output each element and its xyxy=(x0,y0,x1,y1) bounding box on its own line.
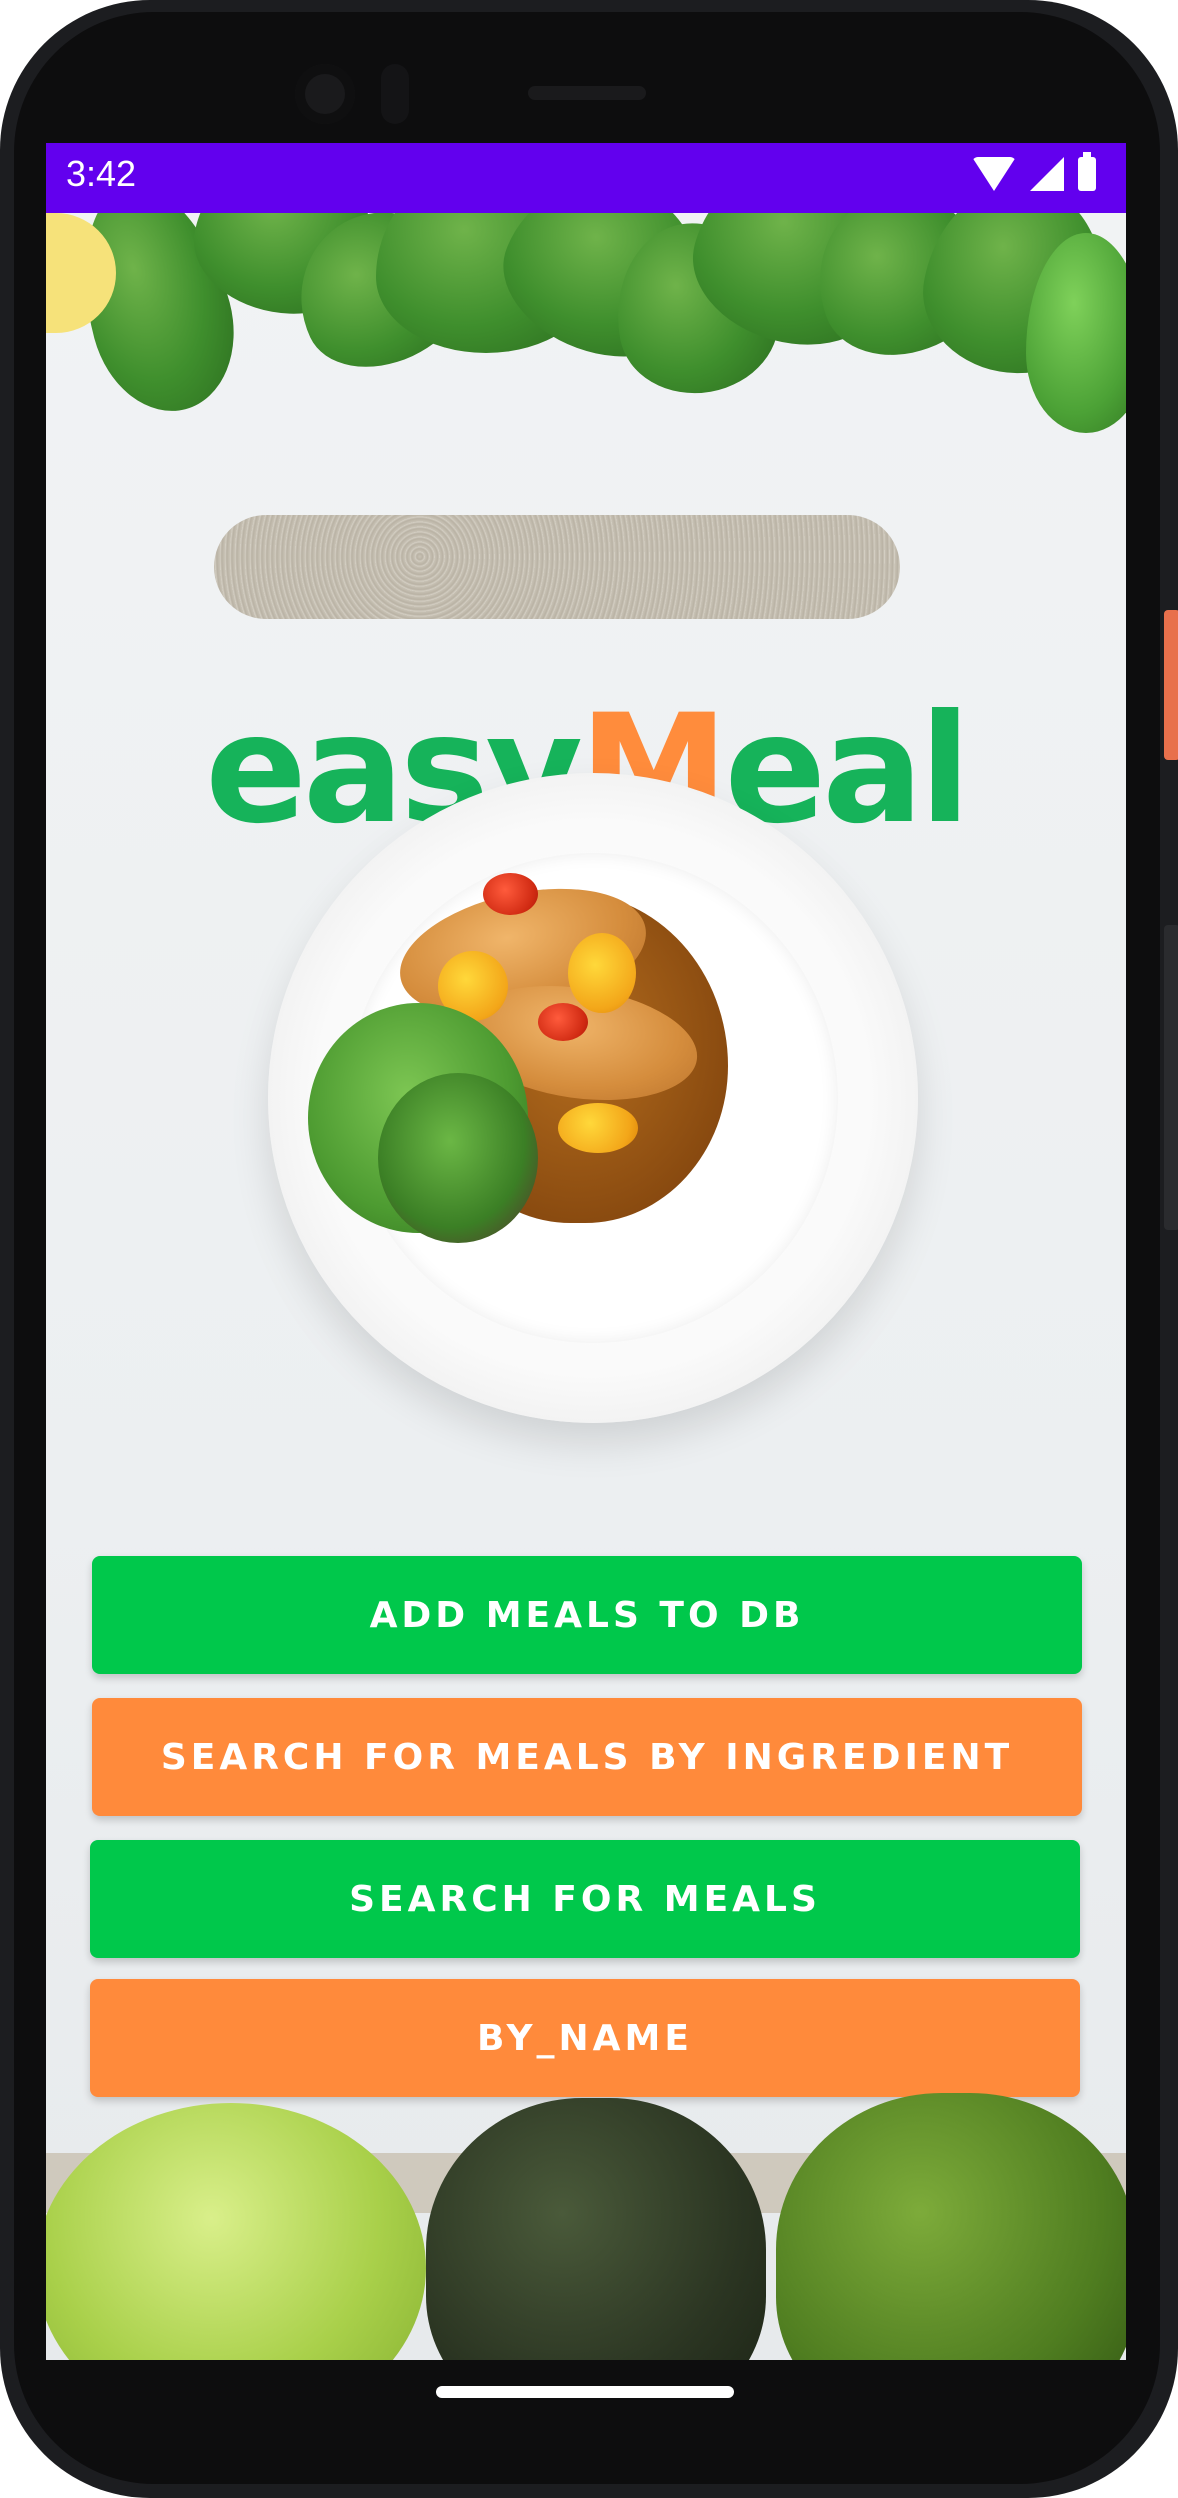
earpiece-speaker xyxy=(528,86,646,100)
yellow-tomato xyxy=(568,933,636,1013)
add-meals-to-db-button[interactable]: ADD MEALS TO DB xyxy=(92,1556,1082,1674)
home-indicator[interactable] xyxy=(436,2386,734,2398)
volume-button xyxy=(1164,925,1178,1230)
front-camera xyxy=(295,64,355,124)
yellow-tomato xyxy=(558,1103,638,1153)
status-bar: 3:42 xyxy=(46,143,1126,213)
search-by-ingredient-button[interactable]: SEARCH FOR MEALS BY INGREDIENT xyxy=(92,1698,1082,1816)
power-button xyxy=(1164,610,1178,760)
wifi-icon xyxy=(972,157,1016,191)
app-screen: 3:42 easyMeal ADD MEALS TO DB SEARCH FOR… xyxy=(46,143,1126,2360)
search-for-meals-button[interactable]: SEARCH FOR MEALS xyxy=(90,1840,1080,1958)
search-by-name-button[interactable]: BY_NAME xyxy=(90,1979,1080,2097)
cellular-signal-icon xyxy=(1030,157,1064,191)
phone-frame: 3:42 easyMeal ADD MEALS TO DB SEARCH FOR… xyxy=(0,0,1178,2498)
proximity-sensor xyxy=(381,64,409,124)
cutting-board-handle xyxy=(214,515,900,619)
status-time: 3:42 xyxy=(66,153,137,194)
red-tomato xyxy=(538,1003,588,1041)
battery-icon xyxy=(1078,152,1096,191)
salad-greens xyxy=(378,1073,538,1243)
dark-avocado-decoration xyxy=(426,2098,766,2360)
red-tomato xyxy=(483,873,538,915)
meal-plate-image xyxy=(268,773,918,1423)
status-icons xyxy=(972,152,1096,191)
spinach-leaves-decoration xyxy=(46,143,1126,433)
